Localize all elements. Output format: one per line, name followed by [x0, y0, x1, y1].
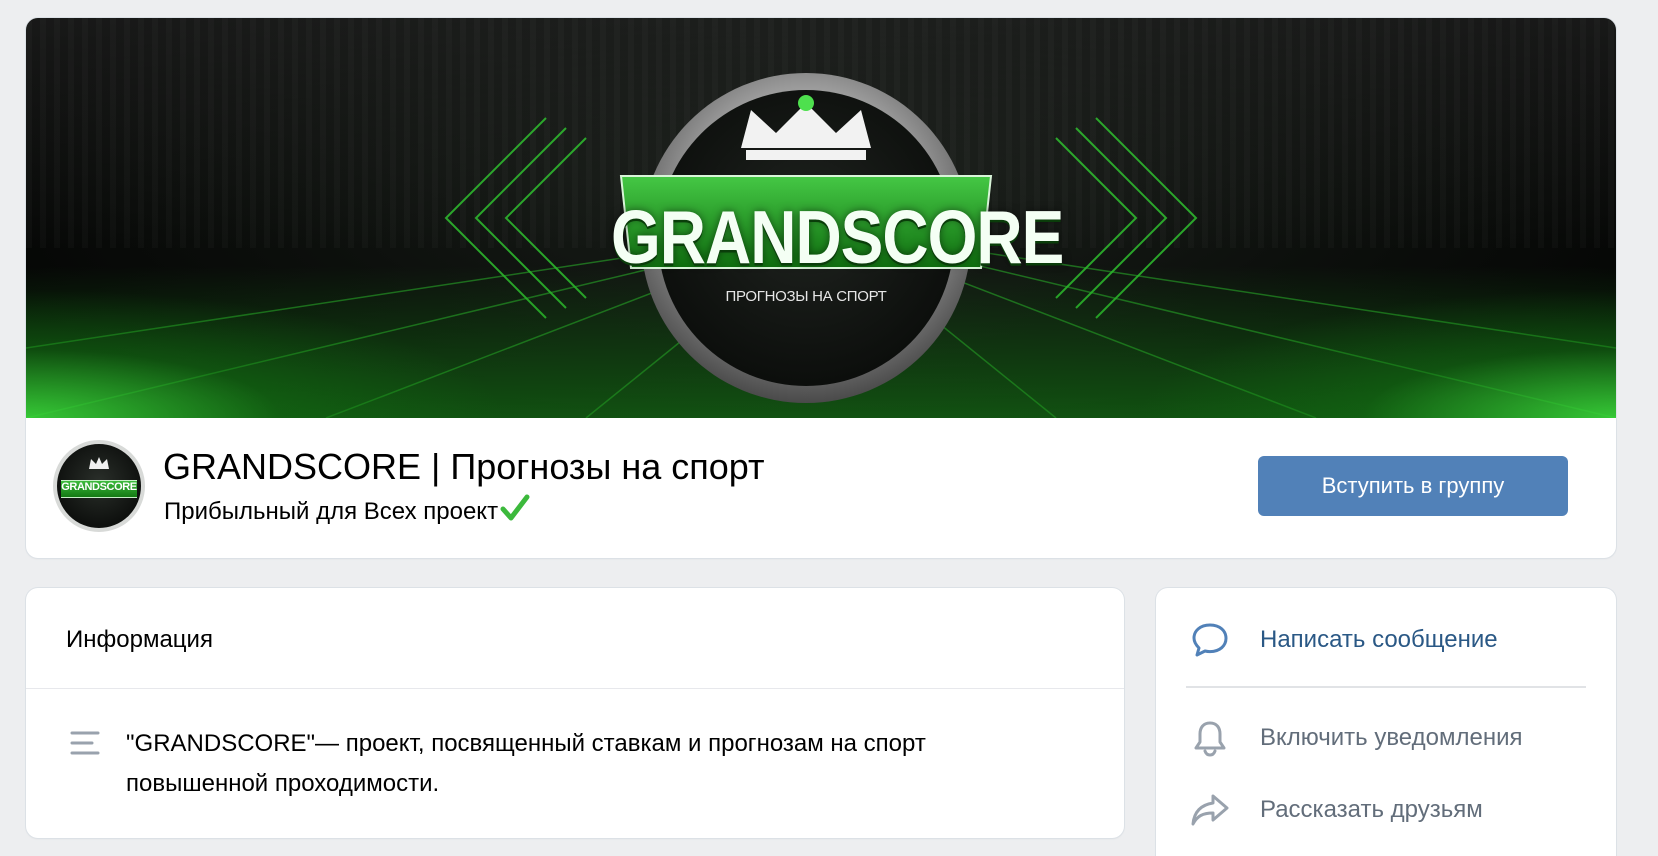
cover-logo-title: GRANDSCORE — [611, 194, 1064, 280]
group-status: Прибыльный для Всех проект — [164, 494, 530, 526]
actions-card: Написать сообщение Включить уведомления … — [1156, 588, 1616, 856]
cover-logo-subtitle: ПРОГНОЗЫ НА СПОРТ — [725, 288, 887, 305]
crown-icon — [89, 457, 109, 469]
send-message-button[interactable]: Написать сообщение — [1190, 620, 1498, 660]
bell-icon — [1190, 718, 1230, 758]
share-with-friends-label: Рассказать друзьям — [1260, 796, 1483, 823]
cover-logo: GRANDSCORE ПРОГНОЗЫ НА СПОРТ — [611, 48, 1064, 418]
group-header-card: GRANDSCORE ПРОГНОЗЫ НА СПОРТ GRANDSCORE … — [26, 18, 1616, 558]
group-page: GRANDSCORE ПРОГНОЗЫ НА СПОРТ GRANDSCORE … — [0, 0, 1658, 856]
actions-divider — [1186, 686, 1586, 688]
send-message-label: Написать сообщение — [1260, 626, 1498, 653]
share-arrow-icon — [1190, 790, 1230, 830]
info-card: Информация "GRANDSCORE"— проект, посвяще… — [26, 588, 1124, 838]
group-name: GRANDSCORE | Прогнозы на спорт — [163, 446, 765, 487]
avatar-logo-text: GRANDSCORE — [61, 481, 137, 493]
info-divider — [26, 688, 1124, 689]
check-mark-icon — [500, 494, 530, 521]
join-group-button[interactable]: Вступить в группу — [1258, 456, 1568, 516]
message-bubble-icon — [1190, 620, 1230, 660]
enable-notifications-button[interactable]: Включить уведомления — [1190, 718, 1523, 758]
info-title: Информация — [66, 626, 213, 653]
cover-image: GRANDSCORE ПРОГНОЗЫ НА СПОРТ — [26, 18, 1616, 418]
share-with-friends-button[interactable]: Рассказать друзьям — [1190, 790, 1483, 830]
group-info-row: GRANDSCORE GRANDSCORE | Прогнозы на спор… — [26, 418, 1616, 558]
group-status-text: Прибыльный для Всех проект — [164, 498, 499, 525]
group-avatar[interactable]: GRANDSCORE — [53, 440, 145, 532]
text-lines-icon — [70, 731, 100, 755]
group-description: "GRANDSCORE"— проект, посвященный ставка… — [126, 730, 926, 797]
enable-notifications-label: Включить уведомления — [1260, 724, 1523, 751]
